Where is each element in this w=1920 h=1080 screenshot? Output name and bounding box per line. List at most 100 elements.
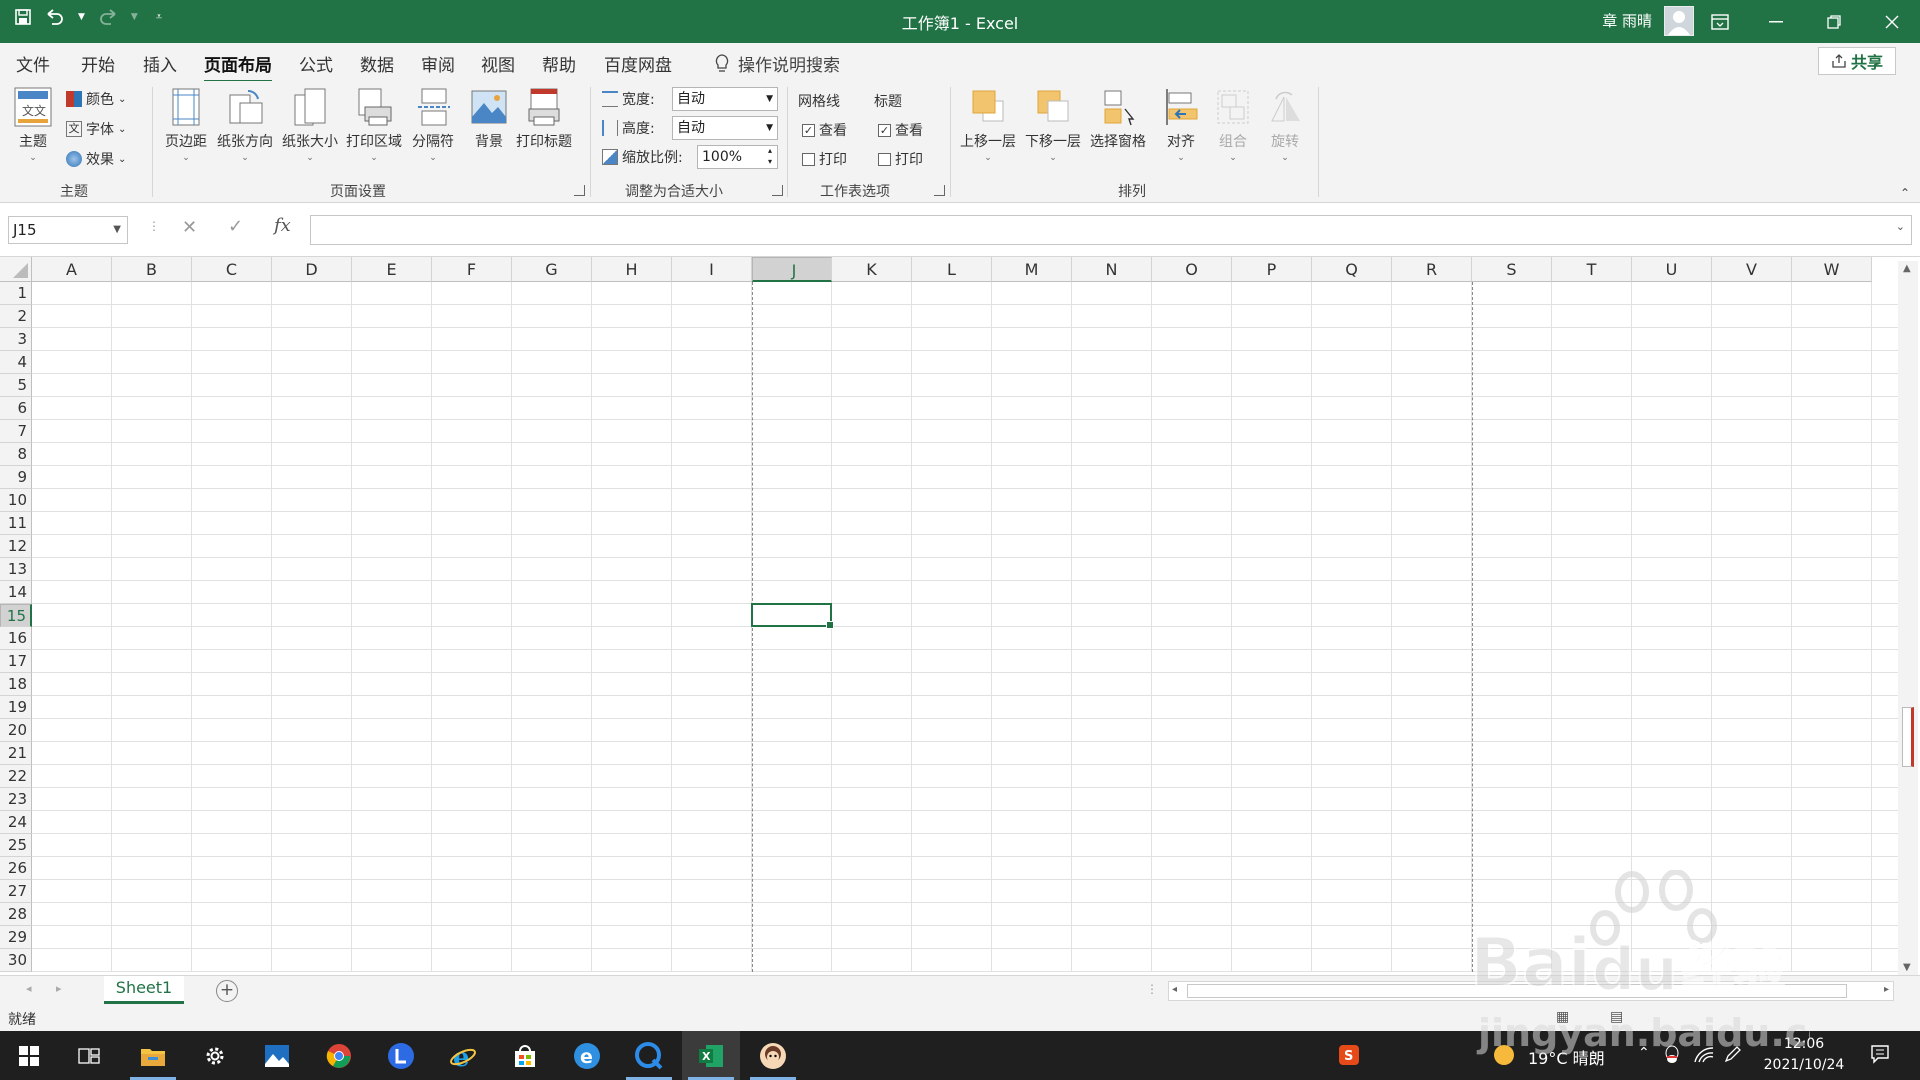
column-header[interactable]: D <box>272 257 352 282</box>
row-header[interactable]: 11 <box>0 512 32 535</box>
scroll-left-icon[interactable]: ◂ <box>1172 984 1177 995</box>
column-header[interactable]: A <box>32 257 112 282</box>
row-header[interactable]: 26 <box>0 857 32 880</box>
row-header[interactable]: 20 <box>0 719 32 742</box>
row-header[interactable]: 22 <box>0 765 32 788</box>
height-select[interactable]: 自动 ▼ <box>672 116 778 140</box>
horizontal-scrollbar[interactable]: ◂ ▸ <box>1168 981 1894 1001</box>
horizontal-scroll-thumb[interactable] <box>1187 984 1847 998</box>
row-header[interactable]: 3 <box>0 328 32 351</box>
column-header[interactable]: T <box>1552 257 1632 282</box>
vertical-scroll-thumb[interactable] <box>1902 707 1914 767</box>
headings-view-checkbox[interactable]: ✓ 查看 <box>878 120 923 140</box>
width-select[interactable]: 自动 ▼ <box>672 87 778 111</box>
group-button[interactable]: 组合 ⌄ <box>1214 87 1252 163</box>
scale-spinner[interactable]: 100% ▴ ▾ <box>697 145 778 169</box>
scroll-right-icon[interactable]: ▸ <box>1884 984 1889 995</box>
tab-help[interactable]: 帮助 <box>542 51 576 76</box>
column-header[interactable]: Q <box>1312 257 1392 282</box>
column-header[interactable]: B <box>112 257 192 282</box>
add-sheet-icon[interactable]: + <box>216 980 238 1002</box>
row-header[interactable]: 23 <box>0 788 32 811</box>
tab-view[interactable]: 视图 <box>481 51 515 76</box>
weather-text[interactable]: 19°C 晴朗 <box>1528 1045 1605 1069</box>
splitter-handle-icon[interactable]: ⋮ <box>1146 982 1158 996</box>
system-clock[interactable]: 12:06 2021/10/24 <box>1744 1034 1864 1076</box>
row-header[interactable]: 27 <box>0 880 32 903</box>
user-avatar[interactable] <box>1664 6 1694 36</box>
row-header[interactable]: 14 <box>0 581 32 604</box>
column-header[interactable]: J <box>752 257 832 282</box>
column-header[interactable]: G <box>512 257 592 282</box>
settings-icon[interactable] <box>186 1031 244 1080</box>
margins-button[interactable]: 页边距 ⌄ <box>165 87 207 163</box>
tab-page-layout[interactable]: 页面布局 <box>204 51 272 83</box>
tab-data[interactable]: 数据 <box>360 51 394 76</box>
column-header[interactable]: V <box>1712 257 1792 282</box>
column-header[interactable]: C <box>192 257 272 282</box>
row-header[interactable]: 19 <box>0 696 32 719</box>
share-button[interactable]: 共享 <box>1818 47 1896 75</box>
tab-baidu-netdisk[interactable]: 百度网盘 <box>604 51 672 76</box>
column-header[interactable]: M <box>992 257 1072 282</box>
scroll-down-icon[interactable]: ▼ <box>1903 962 1911 973</box>
worksheet-grid[interactable]: A B C D E F G H I J K L M N O P Q R S T U V W 1 2 3 4 5 6 7 8 9 10 11 12 13… <box>0 257 1920 975</box>
page-layout-view-icon[interactable]: ▤ <box>1610 1009 1623 1025</box>
row-header[interactable]: 30 <box>0 949 32 972</box>
print-area-button[interactable]: 打印区域 ⌄ <box>346 87 402 163</box>
row-header[interactable]: 9 <box>0 466 32 489</box>
effects-button[interactable]: 效果 ⌄ <box>66 149 126 169</box>
row-header[interactable]: 29 <box>0 926 32 949</box>
row-header[interactable]: 7 <box>0 420 32 443</box>
row-header[interactable]: 24 <box>0 811 32 834</box>
file-explorer-icon[interactable] <box>124 1031 182 1080</box>
headings-print-checkbox[interactable]: 打印 <box>878 149 923 169</box>
rotate-button[interactable]: 旋转 ⌄ <box>1266 87 1304 163</box>
cell-gridlines[interactable] <box>32 282 1898 972</box>
colors-button[interactable]: 颜色 ⌄ <box>66 89 126 109</box>
select-all-corner[interactable] <box>0 257 32 282</box>
row-header[interactable]: 17 <box>0 650 32 673</box>
vertical-scrollbar[interactable]: ▲ ▼ <box>1898 261 1918 975</box>
column-header[interactable]: F <box>432 257 512 282</box>
row-header[interactable]: 1 <box>0 282 32 305</box>
column-header[interactable]: W <box>1792 257 1872 282</box>
orientation-button[interactable]: 纸张方向 ⌄ <box>217 87 273 163</box>
confirm-entry-icon[interactable]: ✓ <box>228 216 243 237</box>
l-app-icon[interactable] <box>372 1031 430 1080</box>
column-header[interactable]: I <box>672 257 752 282</box>
action-center-icon[interactable] <box>1870 1044 1890 1068</box>
collapse-ribbon-icon[interactable]: ⌃ <box>1900 186 1910 200</box>
edge-icon[interactable]: e <box>558 1031 616 1080</box>
network-icon[interactable] <box>1694 1045 1714 1067</box>
row-header[interactable]: 15 <box>0 604 32 627</box>
excel-taskbar-icon[interactable]: X <box>682 1031 740 1080</box>
row-header[interactable]: 6 <box>0 397 32 420</box>
insert-function-icon[interactable]: fx <box>274 215 291 236</box>
photos-icon[interactable] <box>248 1031 306 1080</box>
row-header[interactable]: 4 <box>0 351 32 374</box>
column-header[interactable]: E <box>352 257 432 282</box>
column-header[interactable]: L <box>912 257 992 282</box>
tell-me-search[interactable]: 操作说明搜索 <box>714 51 840 76</box>
pen-icon[interactable] <box>1724 1045 1742 1067</box>
active-cell[interactable] <box>751 603 834 629</box>
minimize-icon[interactable] <box>1748 0 1804 43</box>
row-header[interactable]: 18 <box>0 673 32 696</box>
page-setup-launcher-icon[interactable] <box>574 185 585 196</box>
tab-file[interactable]: 文件 <box>16 51 50 76</box>
internet-explorer-icon[interactable]: e <box>434 1031 492 1080</box>
user-name[interactable]: 章 雨晴 <box>1602 10 1652 31</box>
column-header[interactable]: H <box>592 257 672 282</box>
row-header[interactable]: 5 <box>0 374 32 397</box>
sheet-options-launcher-icon[interactable] <box>934 185 945 196</box>
spinner-arrows-icon[interactable]: ▴ ▾ <box>768 145 772 167</box>
scroll-up-icon[interactable]: ▲ <box>1903 263 1911 274</box>
close-icon[interactable] <box>1864 0 1920 43</box>
selection-pane-button[interactable]: 选择窗格 <box>1090 87 1146 151</box>
row-header[interactable]: 8 <box>0 443 32 466</box>
print-titles-button[interactable]: 打印标题 <box>516 87 572 151</box>
tab-review[interactable]: 审阅 <box>421 51 455 76</box>
row-header[interactable]: 16 <box>0 627 32 650</box>
weather-icon[interactable] <box>1492 1043 1516 1071</box>
